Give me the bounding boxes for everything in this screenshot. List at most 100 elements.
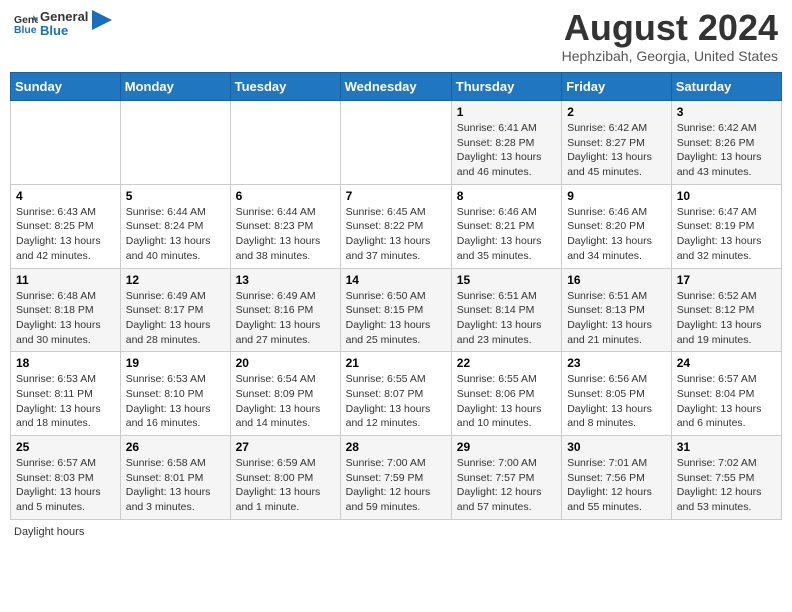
svg-text:Blue: Blue	[14, 25, 37, 36]
day-info: Sunrise: 6:54 AMSunset: 8:09 PMDaylight:…	[236, 372, 335, 431]
day-number: 26	[126, 440, 225, 454]
day-info: Sunrise: 6:46 AMSunset: 8:21 PMDaylight:…	[457, 205, 556, 264]
day-number: 10	[677, 189, 776, 203]
day-number: 21	[346, 356, 446, 370]
calendar-header-thursday: Thursday	[451, 73, 561, 101]
day-number: 15	[457, 273, 556, 287]
day-number: 18	[16, 356, 115, 370]
day-info: Sunrise: 6:42 AMSunset: 8:27 PMDaylight:…	[567, 121, 666, 180]
calendar-cell: 11 Sunrise: 6:48 AMSunset: 8:18 PMDayligh…	[11, 268, 121, 352]
day-info: Sunrise: 6:42 AMSunset: 8:26 PMDaylight:…	[677, 121, 776, 180]
calendar-cell: 29 Sunrise: 7:00 AMSunset: 7:57 PMDayligh…	[451, 436, 561, 520]
day-info: Sunrise: 6:49 AMSunset: 8:16 PMDaylight:…	[236, 289, 335, 348]
day-info: Sunrise: 6:41 AMSunset: 8:28 PMDaylight:…	[457, 121, 556, 180]
day-number: 14	[346, 273, 446, 287]
calendar-cell: 13 Sunrise: 6:49 AMSunset: 8:16 PMDayligh…	[230, 268, 340, 352]
day-info: Sunrise: 6:55 AMSunset: 8:07 PMDaylight:…	[346, 372, 446, 431]
day-number: 12	[126, 273, 225, 287]
day-info: Sunrise: 6:43 AMSunset: 8:25 PMDaylight:…	[16, 205, 115, 264]
calendar-cell: 18 Sunrise: 6:53 AMSunset: 8:11 PMDayligh…	[11, 352, 121, 436]
day-number: 27	[236, 440, 335, 454]
footer: Daylight hours	[10, 526, 782, 538]
day-info: Sunrise: 7:00 AMSunset: 7:57 PMDaylight:…	[457, 456, 556, 515]
calendar-cell: 19Sunrise: 6:53 AMSunset: 8:10 PMDayligh…	[120, 352, 230, 436]
title-block: August 2024 Hephzibah, Georgia, United S…	[562, 10, 778, 64]
day-number: 30	[567, 440, 666, 454]
logo-icon: General Blue	[14, 12, 38, 36]
calendar-cell: 24Sunrise: 6:57 AMSunset: 8:04 PMDayligh…	[671, 352, 781, 436]
calendar-cell: 20 Sunrise: 6:54 AMSunset: 8:09 PMDayligh…	[230, 352, 340, 436]
day-number: 29	[457, 440, 556, 454]
calendar-cell: 5Sunrise: 6:44 AMSunset: 8:24 PMDaylight…	[120, 184, 230, 268]
day-number: 7	[346, 189, 446, 203]
day-number: 20	[236, 356, 335, 370]
calendar-table: SundayMondayTuesdayWednesdayThursdayFrid…	[10, 72, 782, 520]
day-info: Sunrise: 6:59 AMSunset: 8:00 PMDaylight:…	[236, 456, 335, 515]
day-info: Sunrise: 6:50 AMSunset: 8:15 PMDaylight:…	[346, 289, 446, 348]
calendar-cell: 1 Sunrise: 6:41 AMSunset: 8:28 PMDaylight…	[451, 101, 561, 185]
calendar-cell	[11, 101, 121, 185]
day-info: Sunrise: 7:02 AMSunset: 7:55 PMDaylight:…	[677, 456, 776, 515]
day-number: 13	[236, 273, 335, 287]
calendar-header-friday: Friday	[562, 73, 672, 101]
day-info: Sunrise: 6:55 AMSunset: 8:06 PMDaylight:…	[457, 372, 556, 431]
logo-blue: Blue	[40, 24, 88, 38]
calendar-cell	[230, 101, 340, 185]
day-number: 31	[677, 440, 776, 454]
calendar-cell: 21 Sunrise: 6:55 AMSunset: 8:07 PMDayligh…	[340, 352, 451, 436]
day-info: Sunrise: 6:46 AMSunset: 8:20 PMDaylight:…	[567, 205, 666, 264]
calendar-cell: 17 Sunrise: 6:52 AMSunset: 8:12 PMDayligh…	[671, 268, 781, 352]
day-number: 6	[236, 189, 335, 203]
logo-arrow-icon	[92, 10, 112, 30]
day-info: Sunrise: 6:51 AMSunset: 8:13 PMDaylight:…	[567, 289, 666, 348]
calendar-header-tuesday: Tuesday	[230, 73, 340, 101]
calendar-header-sunday: Sunday	[11, 73, 121, 101]
calendar-cell: 4Sunrise: 6:43 AMSunset: 8:25 PMDaylight…	[11, 184, 121, 268]
calendar-cell: 15 Sunrise: 6:51 AMSunset: 8:14 PMDayligh…	[451, 268, 561, 352]
calendar-cell: 28 Sunrise: 7:00 AMSunset: 7:59 PMDayligh…	[340, 436, 451, 520]
calendar-cell: 7 Sunrise: 6:45 AMSunset: 8:22 PMDaylight…	[340, 184, 451, 268]
day-info: Sunrise: 6:45 AMSunset: 8:22 PMDaylight:…	[346, 205, 446, 264]
day-number: 16	[567, 273, 666, 287]
calendar-cell: 30 Sunrise: 7:01 AMSunset: 7:56 PMDayligh…	[562, 436, 672, 520]
day-info: Sunrise: 6:49 AMSunset: 8:17 PMDaylight:…	[126, 289, 225, 348]
day-number: 23	[567, 356, 666, 370]
calendar-cell: 14 Sunrise: 6:50 AMSunset: 8:15 PMDayligh…	[340, 268, 451, 352]
page-header: General Blue General Blue August 2024 He…	[10, 10, 782, 64]
day-number: 22	[457, 356, 556, 370]
day-number: 17	[677, 273, 776, 287]
calendar-header-wednesday: Wednesday	[340, 73, 451, 101]
calendar-cell: 3Sunrise: 6:42 AMSunset: 8:26 PMDaylight…	[671, 101, 781, 185]
day-info: Sunrise: 6:44 AMSunset: 8:23 PMDaylight:…	[236, 205, 335, 264]
day-number: 28	[346, 440, 446, 454]
day-number: 5	[126, 189, 225, 203]
day-number: 11	[16, 273, 115, 287]
day-number: 24	[677, 356, 776, 370]
day-info: Sunrise: 6:53 AMSunset: 8:11 PMDaylight:…	[16, 372, 115, 431]
calendar-header: SundayMondayTuesdayWednesdayThursdayFrid…	[11, 73, 782, 101]
month-year-title: August 2024	[562, 10, 778, 46]
location-subtitle: Hephzibah, Georgia, United States	[562, 48, 778, 64]
day-info: Sunrise: 6:47 AMSunset: 8:19 PMDaylight:…	[677, 205, 776, 264]
day-info: Sunrise: 7:01 AMSunset: 7:56 PMDaylight:…	[567, 456, 666, 515]
day-info: Sunrise: 7:00 AMSunset: 7:59 PMDaylight:…	[346, 456, 446, 515]
calendar-cell: 8Sunrise: 6:46 AMSunset: 8:21 PMDaylight…	[451, 184, 561, 268]
calendar-cell: 9 Sunrise: 6:46 AMSunset: 8:20 PMDaylight…	[562, 184, 672, 268]
calendar-cell: 27 Sunrise: 6:59 AMSunset: 8:00 PMDayligh…	[230, 436, 340, 520]
day-number: 1	[457, 105, 556, 119]
calendar-header-monday: Monday	[120, 73, 230, 101]
calendar-header-saturday: Saturday	[671, 73, 781, 101]
day-info: Sunrise: 6:48 AMSunset: 8:18 PMDaylight:…	[16, 289, 115, 348]
calendar-cell: 2Sunrise: 6:42 AMSunset: 8:27 PMDaylight…	[562, 101, 672, 185]
daylight-hours-label: Daylight hours	[14, 526, 84, 538]
day-info: Sunrise: 6:52 AMSunset: 8:12 PMDaylight:…	[677, 289, 776, 348]
calendar-cell: 25Sunrise: 6:57 AMSunset: 8:03 PMDayligh…	[11, 436, 121, 520]
calendar-cell: 26 Sunrise: 6:58 AMSunset: 8:01 PMDayligh…	[120, 436, 230, 520]
day-number: 9	[567, 189, 666, 203]
day-info: Sunrise: 6:56 AMSunset: 8:05 PMDaylight:…	[567, 372, 666, 431]
day-number: 19	[126, 356, 225, 370]
day-info: Sunrise: 6:51 AMSunset: 8:14 PMDaylight:…	[457, 289, 556, 348]
calendar-cell	[120, 101, 230, 185]
day-info: Sunrise: 6:58 AMSunset: 8:01 PMDaylight:…	[126, 456, 225, 515]
calendar-cell: 22 Sunrise: 6:55 AMSunset: 8:06 PMDayligh…	[451, 352, 561, 436]
